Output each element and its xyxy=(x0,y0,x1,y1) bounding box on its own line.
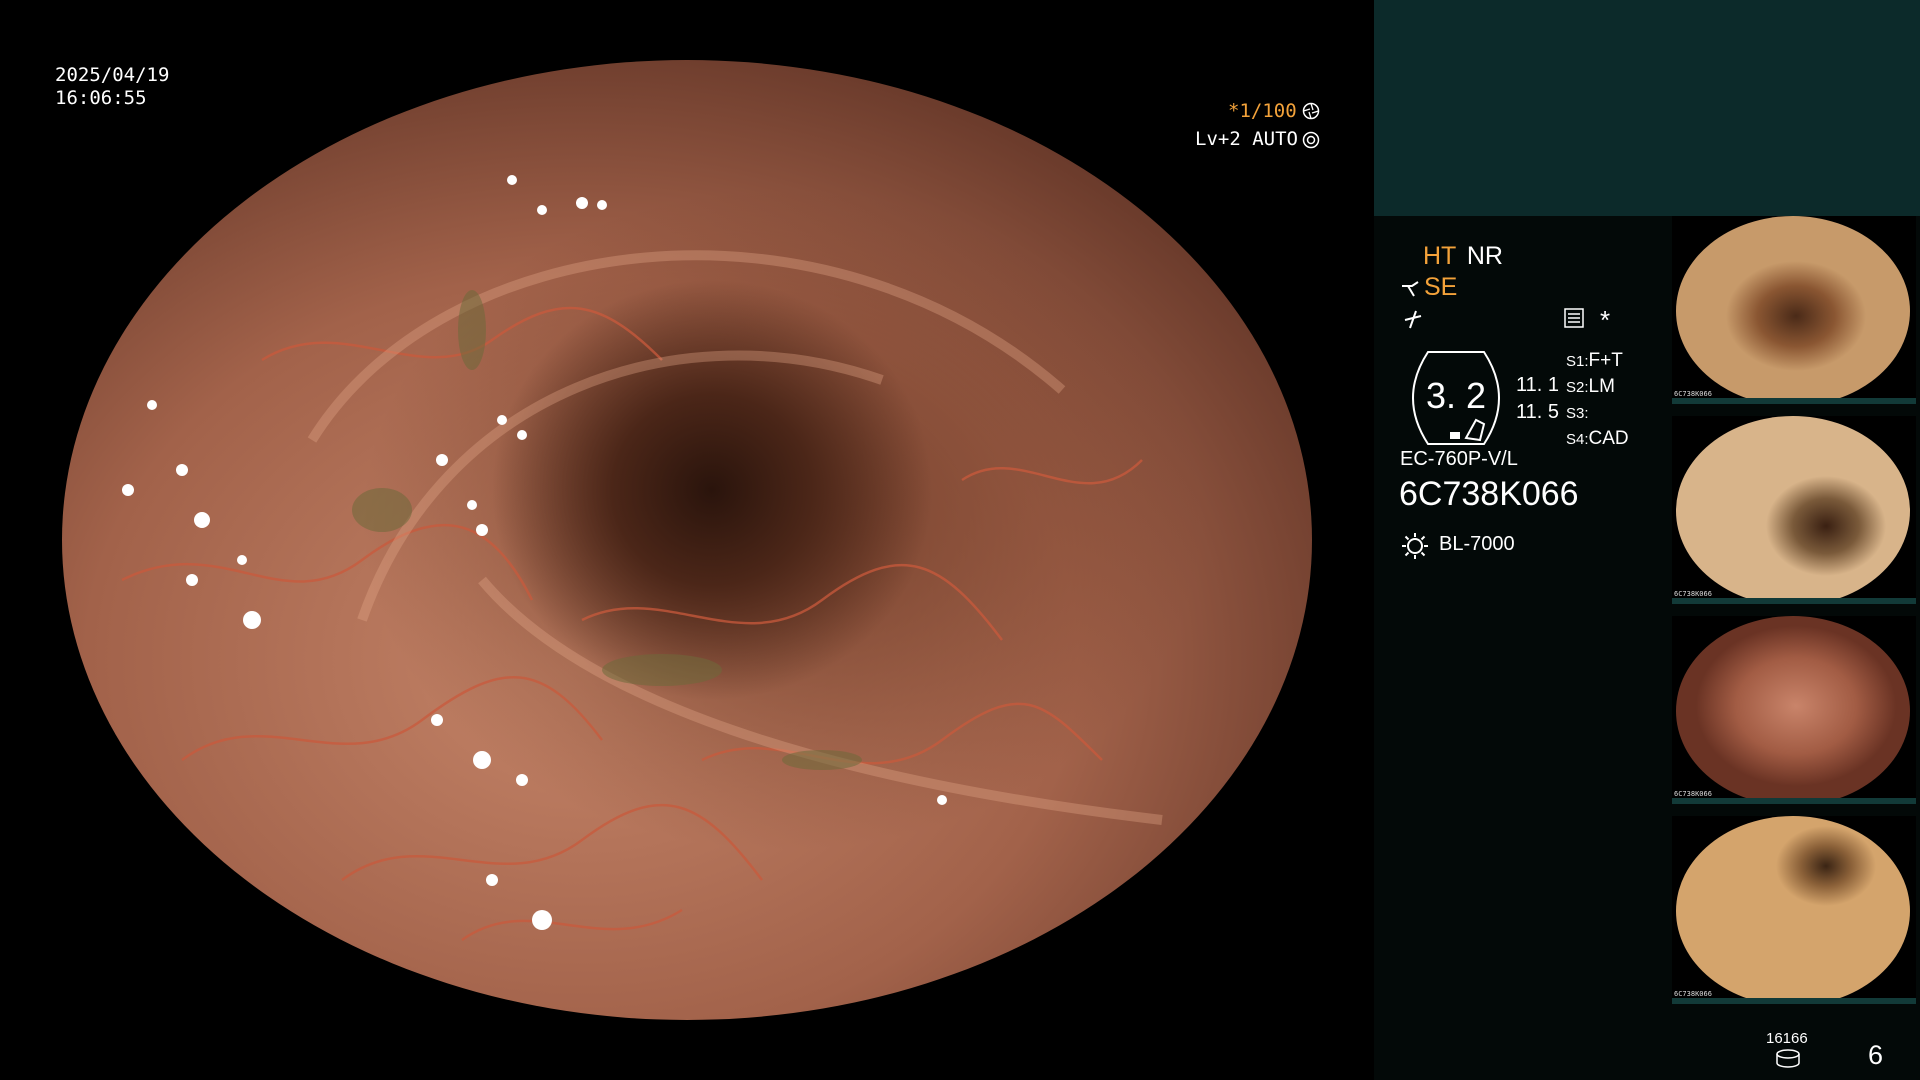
thumbnail-caption: 6C738K066 xyxy=(1674,390,1712,398)
s4-value: CAD xyxy=(1588,428,1629,449)
date-text: 2025/04/19 xyxy=(55,64,170,86)
function-icon xyxy=(1404,310,1422,329)
ht-nr-row: HT NR xyxy=(1423,242,1503,271)
nr-label: NR xyxy=(1466,242,1503,270)
thumbnail-bar xyxy=(1672,598,1916,604)
s4-key: S4: xyxy=(1566,431,1589,448)
s1-key: S1: xyxy=(1566,353,1589,370)
thumbnail-bar xyxy=(1672,398,1916,404)
thumbnail-image xyxy=(1676,616,1910,804)
thumbnail-4[interactable]: 6C738K066 xyxy=(1672,816,1916,1004)
settings-panel-icon xyxy=(1564,308,1584,328)
switch-settings: S1:F+T S2:LM S3: S4:CAD xyxy=(1566,348,1629,452)
shutter-text: *1/100 xyxy=(1228,100,1297,122)
s4-row: S4:CAD xyxy=(1566,426,1629,452)
thumbnail-caption: 6C738K066 xyxy=(1674,790,1712,798)
s3-row: S3: xyxy=(1566,400,1629,426)
zoom-readouts: 11. 1 11. 5 xyxy=(1516,372,1559,426)
readout-a: 11. 1 xyxy=(1516,374,1559,396)
scope-model: EC-760P-V/L xyxy=(1400,448,1518,470)
endoscopic-texture xyxy=(121,175,1163,942)
shutter-readout: *1/100 xyxy=(1228,100,1297,122)
thumbnail-2[interactable]: 6C738K066 xyxy=(1672,416,1916,604)
s2-value: LM xyxy=(1588,376,1615,397)
page-number: 6 xyxy=(1868,1040,1884,1070)
light-source: BL-7000 xyxy=(1439,533,1515,555)
thumbnail-bar xyxy=(1672,798,1916,804)
light-bulb-icon xyxy=(1402,533,1428,559)
thumbnail-caption: 6C738K066 xyxy=(1674,590,1712,598)
level-readout: Lv+2 AUTO xyxy=(1195,128,1298,150)
time-text: 16:06:55 xyxy=(55,87,147,109)
timestamp: 2025/04/19 16:06:55 xyxy=(55,64,169,110)
s2-row: S2:LM xyxy=(1566,374,1629,400)
scope-serial: 6C738K066 xyxy=(1399,475,1579,513)
ht-label: HT xyxy=(1423,242,1456,270)
s3-key: S3: xyxy=(1566,405,1589,422)
s2-key: S2: xyxy=(1566,379,1589,396)
thumbnail-bar xyxy=(1672,998,1916,1004)
storage-count: 16166 xyxy=(1766,1030,1808,1047)
iris-icon xyxy=(1302,131,1320,149)
s1-value: F+T xyxy=(1588,350,1623,371)
thumbnail-1[interactable]: 6C738K066 xyxy=(1672,216,1916,404)
thumbnail-caption: 6C738K066 xyxy=(1674,990,1712,998)
readout-b: 11. 5 xyxy=(1516,401,1559,423)
aperture-icon xyxy=(1302,102,1320,120)
zoom-value: 3. 2 xyxy=(1426,375,1487,416)
status-panel-header xyxy=(1374,0,1920,216)
thumbnail-3[interactable]: 6C738K066 xyxy=(1672,616,1916,804)
asterisk-mark: * xyxy=(1600,305,1611,335)
se-label: SE xyxy=(1424,273,1458,301)
thumbnail-image xyxy=(1676,816,1910,1004)
level-text: Lv+2 AUTO xyxy=(1195,128,1298,150)
s1-row: S1:F+T xyxy=(1566,348,1629,374)
thumbnail-image xyxy=(1676,216,1910,404)
storage-disk-icon xyxy=(1776,1049,1800,1068)
thumbnail-image xyxy=(1676,416,1910,604)
endoscopic-image xyxy=(62,60,1312,1020)
scope-tip-icon xyxy=(1402,281,1419,297)
